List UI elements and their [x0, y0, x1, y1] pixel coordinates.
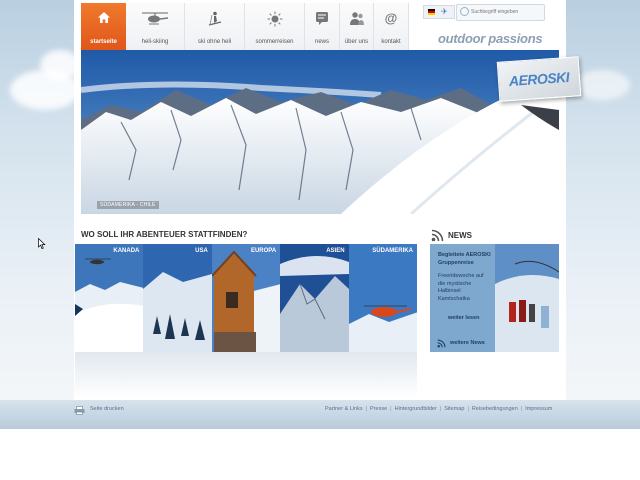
nav-item-label: heli-skiing [141, 39, 169, 45]
nav-item-label: kontakt [381, 39, 401, 45]
nav-item-startseite[interactable]: startseite [81, 3, 126, 50]
nav-item-heli-skiing[interactable]: heli-skiing [126, 3, 185, 50]
footer-separator: | [520, 406, 523, 412]
search-icon[interactable] [460, 7, 469, 16]
news-text: Begleitete AEROSKI Gruppenreise Freeride… [438, 252, 492, 303]
news-body: Freeridewoche auf die mystische Halbinse… [438, 273, 484, 302]
nav-item-news[interactable]: news [305, 3, 340, 50]
news-teaser: Begleitete AEROSKI Gruppenreise Freeride… [430, 244, 559, 352]
footer-separator: | [467, 406, 469, 412]
footer-links: Partner & Links | Presse | Hintergrundbi… [325, 406, 552, 412]
aeroski-logo-badge[interactable]: AEROSKI [496, 56, 582, 102]
asien-photo [280, 244, 349, 352]
printer-icon[interactable] [74, 406, 85, 415]
destination-label: USA [195, 248, 208, 254]
nav-item-sommerreisen[interactable]: sommerreisen [245, 3, 305, 50]
rss-icon[interactable] [437, 339, 446, 348]
destination-europa[interactable]: EUROPA [211, 244, 281, 352]
destinations-strip: KANADA USA EUROPA ASIEN SÜDAMERIKA [75, 244, 417, 352]
destination-suedamerika[interactable]: SÜDAMERIKA [348, 244, 417, 352]
read-more-link[interactable]: weiter lesen [448, 315, 480, 321]
footer-separator: | [365, 406, 368, 412]
at-icon: @ [385, 11, 398, 25]
footer-link-hintergrundbilder[interactable]: Hintergrundbilder [395, 406, 437, 412]
footer-separator: | [439, 406, 442, 412]
language-switcher[interactable]: ✈ [423, 5, 455, 19]
skier-icon [208, 11, 221, 26]
nav-item-label: über uns [344, 39, 369, 45]
footer-link-impressum[interactable]: Impressum [525, 406, 552, 412]
nav-item-ski-ohne-heli[interactable]: ski ohne heli [185, 3, 245, 50]
footer-link-partner[interactable]: Partner & Links [325, 406, 363, 412]
chevron-right-icon[interactable]: ✈ [441, 7, 448, 16]
nav-item-ueber-uns[interactable]: über uns [340, 3, 374, 50]
destination-label: ASIEN [326, 248, 345, 254]
europa-photo [211, 244, 281, 352]
helicopter-icon [142, 12, 169, 25]
footer-link-sitemap[interactable]: Sitemap [444, 406, 464, 412]
destination-label: KANADA [113, 248, 140, 254]
nav-item-label: ski ohne heli [197, 39, 232, 45]
nav-item-label: sommerreisen [255, 39, 294, 45]
more-news-link[interactable]: weitere News [450, 340, 485, 346]
cloud [575, 70, 630, 100]
destination-asien[interactable]: ASIEN [280, 244, 349, 352]
rss-icon[interactable] [431, 229, 444, 242]
destination-usa[interactable]: USA [143, 244, 212, 352]
nav-item-label: news [314, 39, 329, 45]
destination-label: SÜDAMERIKA [372, 248, 413, 254]
destinations-reflection [75, 352, 417, 398]
usa-photo [143, 244, 212, 352]
people-icon [349, 12, 364, 25]
footer-link-presse[interactable]: Presse [370, 406, 387, 412]
aeroski-logo-text: AEROSKI [508, 68, 570, 90]
destinations-title: WO SOLL IHR ABENTEUER STATTFINDEN? [81, 230, 248, 239]
german-flag-icon[interactable] [428, 9, 435, 15]
nav-item-kontakt[interactable]: @ kontakt [374, 3, 409, 50]
print-page-link[interactable]: Seite drucken [90, 406, 124, 412]
nav-item-label: startseite [90, 39, 117, 45]
svg-text:@: @ [385, 11, 398, 25]
hero-caption: SÜDAMERIKA - CHILE [97, 201, 159, 209]
footer-link-reisebedingungen[interactable]: Reisebedingungen [472, 406, 518, 412]
destination-kanada[interactable]: KANADA [75, 244, 144, 352]
mouse-cursor-icon [38, 238, 46, 249]
news-title: NEWS [448, 231, 472, 240]
sun-icon [267, 11, 282, 27]
footer [0, 400, 640, 429]
kanada-photo [75, 244, 144, 352]
destination-label: EUROPA [250, 248, 277, 254]
news-headline[interactable]: Begleitete AEROSKI Gruppenreise [438, 252, 492, 267]
home-icon [97, 12, 110, 23]
news-photo[interactable] [495, 244, 559, 352]
suedamerika-photo [348, 244, 417, 352]
search-box [456, 4, 545, 21]
news-icon [316, 12, 328, 25]
main-navigation: startseite heli-skiing ski ohne heli som… [81, 3, 409, 50]
footer-separator: | [390, 406, 392, 412]
mountain-panorama-image [81, 50, 559, 214]
search-input[interactable] [471, 6, 541, 18]
slogan: outdoor passions [438, 31, 543, 46]
hero-image: SÜDAMERIKA - CHILE [81, 50, 559, 214]
